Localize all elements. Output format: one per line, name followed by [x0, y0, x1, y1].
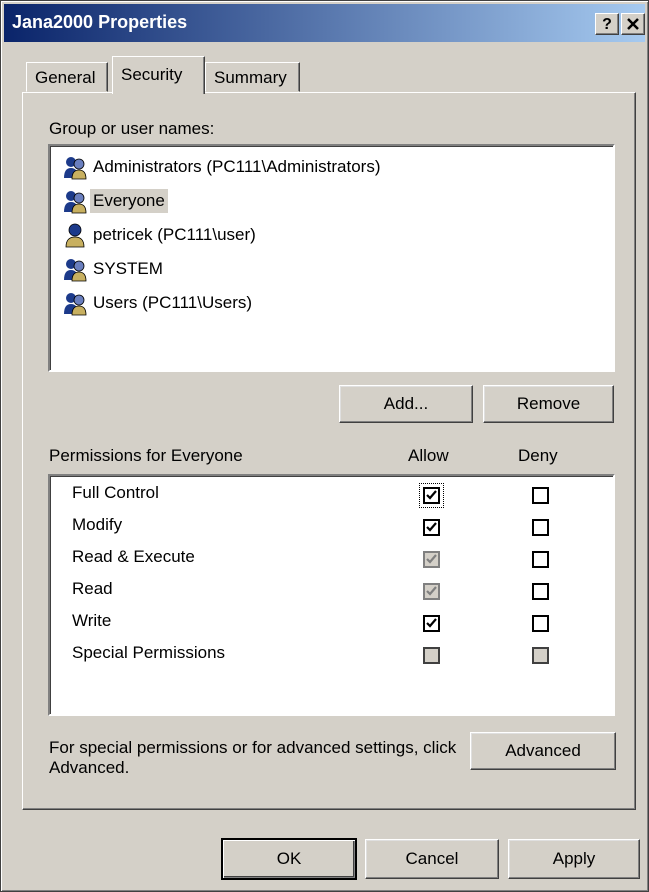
- user-name: SYSTEM: [93, 259, 163, 278]
- permission-row: Modify: [72, 515, 122, 543]
- group-icon: [64, 157, 87, 180]
- tab-security[interactable]: Security: [112, 56, 205, 94]
- permission-row: Special Permissions: [72, 643, 225, 671]
- checkmark-icon: [426, 490, 437, 500]
- user-name: petricek (PC111\user): [93, 225, 256, 244]
- group-icon: [64, 191, 87, 214]
- permission-row: Full Control: [72, 483, 159, 511]
- deny-header: Deny: [518, 446, 558, 465]
- allow-write-checkbox[interactable]: [423, 615, 440, 632]
- help-button[interactable]: ?: [595, 13, 619, 35]
- title-bar[interactable]: Jana2000 Properties ?: [4, 4, 645, 42]
- allow-full-control-checkbox[interactable]: [423, 487, 440, 504]
- ok-button[interactable]: OK: [221, 838, 357, 880]
- group-icon: [64, 293, 87, 316]
- permission-name: Read: [72, 579, 113, 598]
- checkmark-icon: [426, 618, 437, 628]
- checkmark-icon: [426, 586, 437, 596]
- allow-header: Allow: [408, 446, 449, 465]
- tab-summary[interactable]: Summary: [205, 62, 300, 92]
- allow-read-checkbox[interactable]: [423, 583, 440, 600]
- deny-read-checkbox[interactable]: [532, 583, 549, 600]
- allow-modify-checkbox[interactable]: [423, 519, 440, 536]
- advanced-note: For special permissions or for advanced …: [49, 738, 457, 777]
- tab-general[interactable]: General: [26, 62, 108, 92]
- checkmark-icon: [426, 522, 437, 532]
- permission-name: Read & Execute: [72, 547, 195, 566]
- allow-read-execute-checkbox[interactable]: [423, 551, 440, 568]
- list-item[interactable]: Users (PC111\Users): [62, 288, 255, 318]
- permissions-list: Full Control Modify Read & Execute Read: [48, 474, 615, 716]
- user-name: Administrators (PC111\Administrators): [93, 157, 381, 176]
- deny-read-execute-checkbox[interactable]: [532, 551, 549, 568]
- window-title: Jana2000 Properties: [12, 12, 188, 32]
- list-item[interactable]: SYSTEM: [62, 254, 166, 284]
- deny-full-control-checkbox[interactable]: [532, 487, 549, 504]
- cancel-button[interactable]: Cancel: [365, 839, 499, 879]
- group-icon: [64, 259, 87, 282]
- deny-write-checkbox[interactable]: [532, 615, 549, 632]
- user-name: Everyone: [90, 189, 168, 213]
- list-item[interactable]: petricek (PC111\user): [62, 220, 259, 250]
- properties-dialog: Jana2000 Properties ? General Security S…: [0, 0, 649, 892]
- close-icon: [627, 18, 639, 30]
- user-list[interactable]: Administrators (PC111\Administrators) Ev…: [48, 144, 615, 372]
- deny-modify-checkbox[interactable]: [532, 519, 549, 536]
- permission-name: Write: [72, 611, 112, 630]
- list-item[interactable]: Administrators (PC111\Administrators): [62, 152, 384, 182]
- checkmark-icon: [426, 554, 437, 564]
- remove-button[interactable]: Remove: [483, 385, 614, 423]
- user-name: Users (PC111\Users): [93, 293, 253, 312]
- user-icon: [65, 223, 85, 248]
- permission-row: Read: [72, 579, 113, 607]
- permission-name: Special Permissions: [72, 643, 226, 662]
- permission-row: Write: [72, 611, 111, 639]
- permission-row: Read & Execute: [72, 547, 195, 575]
- permissions-title: Permissions for Everyone: [49, 446, 243, 465]
- permission-name: Full Control: [72, 483, 159, 502]
- allow-special-permissions-checkbox[interactable]: [423, 647, 440, 664]
- close-button[interactable]: [621, 13, 645, 35]
- advanced-button[interactable]: Advanced: [470, 732, 616, 770]
- users-section-label: Group or user names:: [49, 119, 215, 138]
- deny-special-permissions-checkbox[interactable]: [532, 647, 549, 664]
- permission-name: Modify: [72, 515, 123, 534]
- apply-button[interactable]: Apply: [508, 839, 640, 879]
- list-item-selected[interactable]: Everyone: [62, 186, 168, 216]
- add-button[interactable]: Add...: [339, 385, 473, 423]
